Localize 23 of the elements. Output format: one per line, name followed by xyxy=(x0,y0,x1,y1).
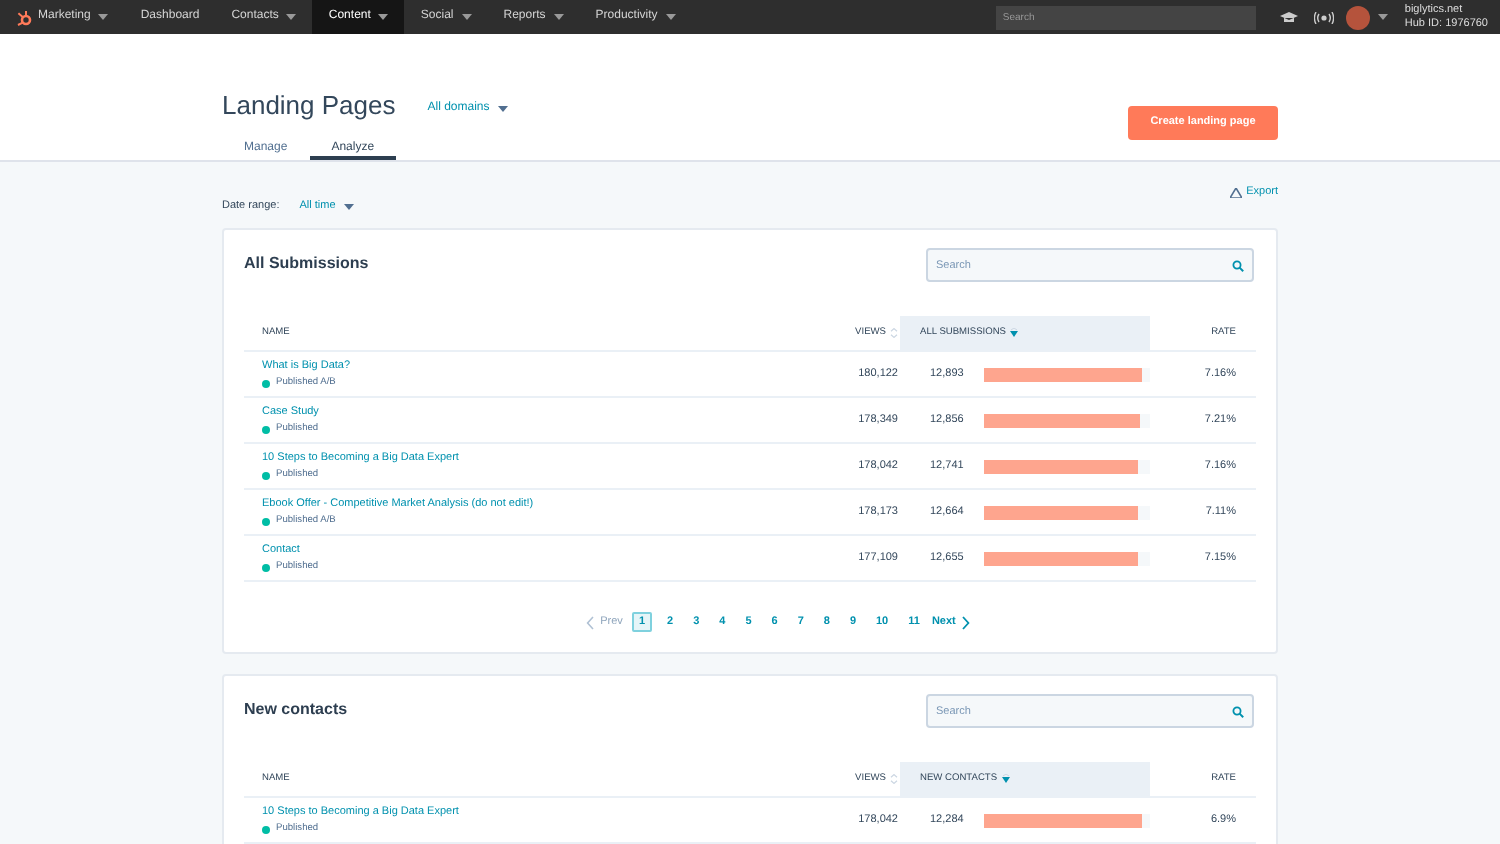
signal-icon[interactable] xyxy=(1314,11,1335,23)
logo-icon xyxy=(16,9,32,25)
caret-icon xyxy=(461,14,472,20)
card-title: All Submissions xyxy=(244,252,369,276)
caret-icon xyxy=(497,105,508,111)
caret-icon xyxy=(665,14,676,20)
search-icon xyxy=(1232,705,1244,717)
caret-icon xyxy=(286,14,297,20)
sort-descending-icon xyxy=(1010,328,1019,338)
chevron-left-icon xyxy=(586,615,595,629)
caret-icon xyxy=(343,203,354,209)
caret-icon xyxy=(98,14,109,20)
caret-icon xyxy=(553,14,564,20)
graduation-cap-icon[interactable] xyxy=(1280,11,1299,23)
card-title: New contacts xyxy=(244,698,348,722)
avatar[interactable] xyxy=(1346,5,1371,29)
sort-descending-icon xyxy=(1001,774,1010,784)
page-title: Landing Pages xyxy=(222,88,396,125)
caret-icon xyxy=(378,14,389,20)
caret-icon xyxy=(1378,14,1389,20)
chevron-right-icon xyxy=(961,615,970,629)
upload-icon xyxy=(1230,187,1243,198)
search-icon xyxy=(1232,259,1244,271)
